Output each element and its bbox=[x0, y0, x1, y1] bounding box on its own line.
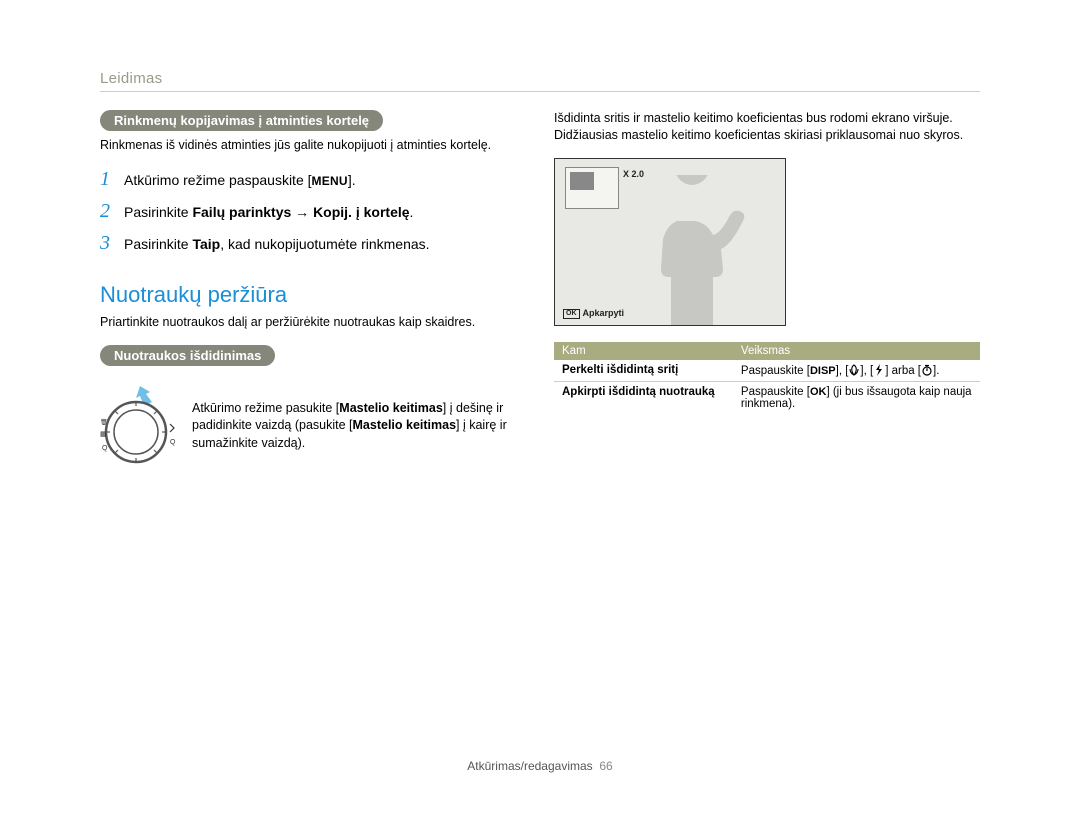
step-1-text-post: ]. bbox=[348, 172, 356, 188]
dial-instruction: Atkūrimo režime pasukite [Mastelio keiti… bbox=[192, 400, 526, 453]
actions-table: Kam Veiksmas Perkelti išdidintą sritį Pa… bbox=[554, 342, 980, 414]
row1-or: ] arba [ bbox=[885, 365, 921, 377]
steps-list: 1 Atkūrimo režime paspauskite [MENU]. 2 … bbox=[100, 168, 526, 254]
row1-sep1: ], [ bbox=[836, 365, 849, 377]
svg-text:Q: Q bbox=[170, 439, 176, 446]
step-3-post: , kad nukopijuotumėte rinkmenas. bbox=[220, 236, 429, 252]
step-number: 3 bbox=[100, 232, 124, 254]
ok-key-icon: OK bbox=[563, 309, 580, 319]
row2-pre: Paspauskite [ bbox=[741, 386, 810, 398]
ok-key: OK bbox=[810, 386, 827, 398]
section-title: Nuotraukų peržiūra bbox=[100, 282, 526, 308]
page-footer: Atkūrimas/redagavimas 66 bbox=[0, 759, 1080, 773]
row2-veiksmas: Paspauskite [OK] (ji bus išsaugota kaip … bbox=[733, 381, 980, 414]
dial-b1: Mastelio keitimas bbox=[339, 401, 443, 415]
table-row: Perkelti išdidintą sritį Paspauskite [DI… bbox=[554, 360, 980, 382]
zoom-factor-label: X 2.0 bbox=[623, 169, 644, 179]
svg-text:▦: ▦ bbox=[100, 431, 107, 438]
svg-text:Q: Q bbox=[102, 445, 108, 452]
footer-section: Atkūrimas/redagavimas bbox=[467, 759, 592, 773]
zoom-highlight-region bbox=[570, 172, 594, 190]
row2-kam: Apkirpti išdidintą nuotrauką bbox=[554, 381, 733, 414]
ok-crop-hint: OKApkarpyti bbox=[563, 308, 624, 319]
dial-b2: Mastelio keitimas bbox=[353, 418, 457, 432]
right-column: Išdidinta sritis ir mastelio keitimo koe… bbox=[554, 110, 980, 466]
row1-sep2: ], [ bbox=[860, 365, 873, 377]
macro-icon bbox=[848, 364, 860, 376]
flash-icon bbox=[873, 364, 885, 376]
timer-icon bbox=[921, 364, 933, 376]
section-lead: Priartinkite nuotraukos dalį ar peržiūrė… bbox=[100, 314, 526, 331]
left-column: Rinkmenų kopijavimas į atminties kortelę… bbox=[100, 110, 526, 466]
pill-enlarge-photo: Nuotraukos išdidinimas bbox=[100, 345, 275, 366]
arrow: → bbox=[291, 204, 313, 220]
step-number: 2 bbox=[100, 200, 124, 222]
th-veiksmas: Veiksmas bbox=[733, 342, 980, 360]
step-number: 1 bbox=[100, 168, 124, 190]
dial-row: 🗑 ▦ Q Q Atkūrimo režime pasukite [Mastel… bbox=[100, 386, 526, 466]
intro-text: Rinkmenas iš vidinės atminties jūs galit… bbox=[100, 137, 526, 154]
page-number: 66 bbox=[599, 759, 612, 773]
row1-veiksmas: Paspauskite [DISP], [], [] arba []. bbox=[733, 360, 980, 382]
step-2-target: Kopij. į kortelę bbox=[313, 204, 409, 220]
pill-copy-to-card: Rinkmenų kopijavimas į atminties kortelę bbox=[100, 110, 383, 131]
dial-pre: Atkūrimo režime pasukite [ bbox=[192, 401, 339, 415]
row1-pre: Paspauskite [ bbox=[741, 365, 810, 377]
menu-button-label: MENU bbox=[312, 174, 348, 188]
zoom-minimap bbox=[565, 167, 619, 209]
step-1: 1 Atkūrimo režime paspauskite [MENU]. bbox=[100, 168, 526, 190]
zoom-dial-icon: 🗑 ▦ Q Q bbox=[100, 386, 178, 466]
step-3-pre: Pasirinkite bbox=[124, 236, 192, 252]
disp-key: DISP bbox=[810, 365, 836, 377]
step-2-post: . bbox=[410, 204, 414, 220]
step-2-option: Failų parinktys bbox=[192, 204, 291, 220]
svg-text:🗑: 🗑 bbox=[100, 418, 108, 426]
th-kam: Kam bbox=[554, 342, 733, 360]
step-3-option: Taip bbox=[192, 236, 220, 252]
ok-crop-label: Apkarpyti bbox=[583, 308, 625, 318]
step-3: 3 Pasirinkite Taip, kad nukopijuotumėte … bbox=[100, 232, 526, 254]
table-row: Apkirpti išdidintą nuotrauką Paspauskite… bbox=[554, 381, 980, 414]
row1-kam: Perkelti išdidintą sritį bbox=[554, 360, 733, 382]
step-1-text-pre: Atkūrimo režime paspauskite [ bbox=[124, 172, 312, 188]
table-header-row: Kam Veiksmas bbox=[554, 342, 980, 360]
right-lead: Išdidinta sritis ir mastelio keitimo koe… bbox=[554, 110, 980, 144]
row1-post: ]. bbox=[933, 365, 939, 377]
step-2: 2 Pasirinkite Failų parinktys → Kopij. į… bbox=[100, 200, 526, 222]
step-2-pre: Pasirinkite bbox=[124, 204, 192, 220]
lcd-preview: X 2.0 OKApkarpyti bbox=[554, 158, 786, 326]
breadcrumb: Leidimas bbox=[100, 70, 980, 92]
child-silhouette-icon bbox=[627, 175, 757, 325]
